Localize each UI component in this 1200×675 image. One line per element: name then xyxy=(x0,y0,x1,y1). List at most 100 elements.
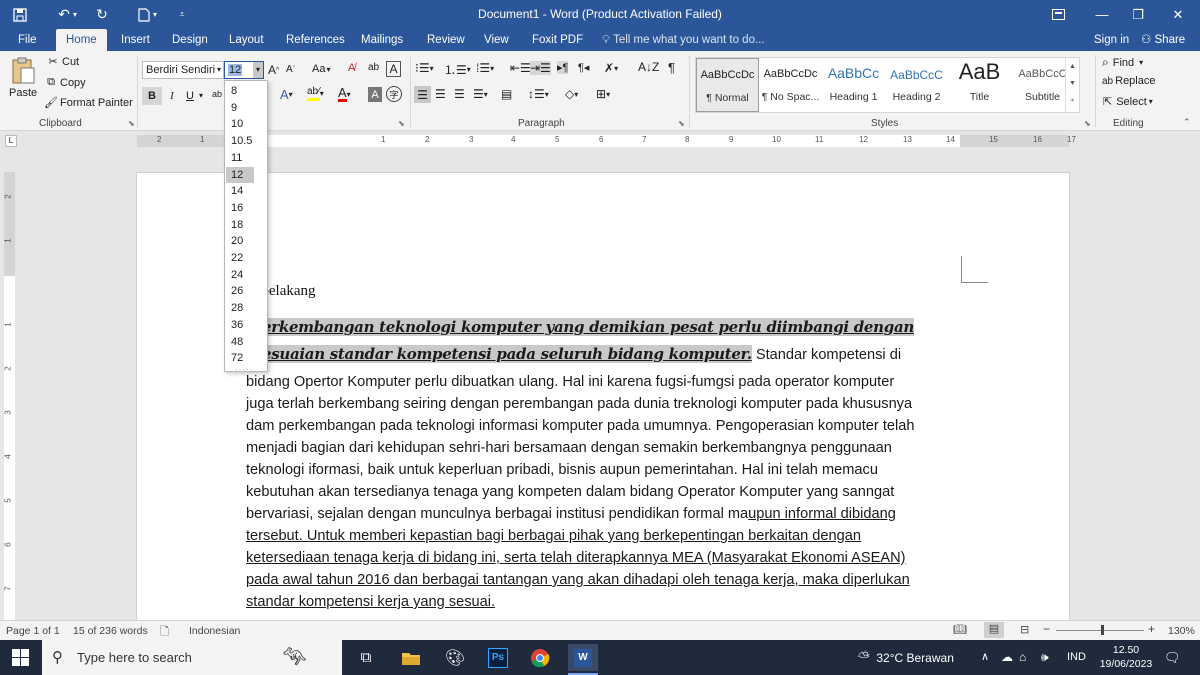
style-heading-2[interactable]: AaBbCcC Heading 2 xyxy=(885,58,948,112)
font-size-option[interactable]: 20 xyxy=(226,233,256,249)
align-left-icon[interactable]: ☰ xyxy=(414,86,431,103)
language-status[interactable]: Indonesian xyxy=(189,625,240,637)
phonetic-guide-icon[interactable]: ab xyxy=(368,62,379,73)
chrome-icon[interactable] xyxy=(526,644,554,671)
style-title[interactable]: AaB Title xyxy=(948,58,1011,112)
clear-formatting-icon[interactable]: A̸ xyxy=(348,62,355,74)
bold-button[interactable]: B xyxy=(142,87,162,105)
horizontal-ruler[interactable]: 2 1 1 2 3 4 5 6 7 8 9 10 11 12 13 14 15 16 17 xyxy=(137,135,1076,147)
word-taskbar-icon[interactable]: W xyxy=(568,644,598,671)
collapse-ribbon-icon[interactable]: ⌃ xyxy=(1183,117,1191,128)
multilevel-list-icon[interactable]: ⁞☰ ▾ xyxy=(476,61,494,75)
enclose-characters-icon[interactable]: 字 xyxy=(386,86,402,102)
zoom-slider-track[interactable] xyxy=(1056,630,1144,631)
web-layout-icon[interactable]: ⊟ xyxy=(1020,623,1029,636)
font-size-dropdown-icon[interactable]: ▾ xyxy=(253,62,263,78)
line-spacing-icon[interactable]: ↕☰ ▾ xyxy=(528,87,549,101)
italic-button[interactable]: I xyxy=(163,87,181,105)
increase-indent-icon[interactable]: ⇥☰ xyxy=(530,61,551,75)
tab-design[interactable]: Design xyxy=(164,29,216,51)
vertical-ruler[interactable]: 2 1 1 2 3 4 5 6 7 xyxy=(4,172,15,620)
font-name-dropdown-icon[interactable]: ▾ xyxy=(217,62,221,78)
styles-scroll[interactable]: ▲ ▼ ⩡ xyxy=(1065,58,1079,112)
resize-grip-icon[interactable]: ····· xyxy=(235,365,253,374)
paint-icon[interactable]: 🎨︎ xyxy=(441,644,469,671)
style-heading-1[interactable]: AaBbCc Heading 1 xyxy=(822,58,885,112)
share-button[interactable]: ⚇ Share xyxy=(1141,29,1185,51)
font-size-option[interactable]: 28 xyxy=(226,300,256,316)
weather-widget[interactable]: ⛅︎ 32°C Berawan xyxy=(858,640,954,675)
align-center-icon[interactable]: ☰ xyxy=(435,87,446,101)
font-size-option[interactable]: 10 xyxy=(226,116,256,132)
borders-icon[interactable]: ⊞ ▾ xyxy=(596,87,610,101)
decrease-indent-icon[interactable]: ⇤☰ xyxy=(510,61,531,75)
ribbon-display-options-icon[interactable] xyxy=(1036,0,1080,29)
format-painter-button[interactable]: 🖌︎ Format Painter xyxy=(44,96,133,110)
text-effects-icon[interactable]: A ▾ xyxy=(280,87,293,102)
font-size-dropdown-list[interactable]: ····· 8 9 10 10.5 11 12 14 16 18 20 22 24 26 28 36 48 72 xyxy=(224,80,268,374)
clipboard-launcher-icon[interactable]: ⬊ xyxy=(128,119,135,128)
tab-references[interactable]: References xyxy=(278,29,353,51)
tab-home[interactable]: Home xyxy=(56,29,107,51)
font-launcher-icon[interactable]: ⬊ xyxy=(398,119,405,128)
show-hidden-icons-icon[interactable]: ∧ xyxy=(981,640,989,675)
zoom-level[interactable]: 130% xyxy=(1168,625,1195,637)
shading-icon[interactable]: ◇ ▾ xyxy=(565,87,578,101)
highlight-color-button[interactable]: ab⁄ ▾ xyxy=(307,86,324,101)
font-size-option[interactable]: 16 xyxy=(226,200,256,216)
font-size-option[interactable]: 36 xyxy=(226,317,256,333)
bullets-icon[interactable]: ⁝☰ ▾ xyxy=(415,61,434,75)
character-border-icon[interactable]: A xyxy=(386,61,401,77)
rtl-direction-icon[interactable]: ¶◂ xyxy=(578,61,589,74)
tab-selector-icon[interactable]: L xyxy=(5,135,17,147)
font-size-option[interactable]: 22 xyxy=(226,250,256,266)
paste-button[interactable]: Paste xyxy=(9,57,37,99)
notifications-icon[interactable]: 🗨︎ xyxy=(1164,640,1181,675)
zoom-out-icon[interactable]: − xyxy=(1043,622,1050,636)
clock[interactable]: 12.50 19/06/2023 xyxy=(1098,643,1154,671)
onedrive-icon[interactable]: ☁ xyxy=(1001,640,1013,675)
font-size-option[interactable]: 18 xyxy=(226,217,256,233)
zoom-in-icon[interactable]: + xyxy=(1148,622,1155,636)
restore-icon[interactable]: ❐ xyxy=(1116,0,1160,29)
tab-review[interactable]: Review xyxy=(419,29,473,51)
paragraph-launcher-icon[interactable]: ⬊ xyxy=(678,119,685,128)
network-icon[interactable]: ⌂ xyxy=(1019,640,1026,675)
distributed-icon[interactable]: ▤ xyxy=(501,87,512,101)
find-button[interactable]: ⌕ Find ▾ xyxy=(1102,55,1143,70)
volume-icon[interactable]: 🕪︎ xyxy=(1041,640,1049,675)
print-layout-icon[interactable]: ▤ xyxy=(984,622,1004,638)
style-normal[interactable]: AaBbCcDc ¶ Normal xyxy=(696,58,759,112)
font-name-box[interactable]: Berdiri Sendiri ▾ xyxy=(142,61,224,79)
tab-insert[interactable]: Insert xyxy=(113,29,158,51)
font-size-option[interactable]: 24 xyxy=(226,267,256,283)
strikethrough-icon[interactable]: ab xyxy=(212,89,222,99)
read-mode-icon[interactable]: 📖︎ xyxy=(953,623,967,636)
tab-view[interactable]: View xyxy=(476,29,517,51)
font-size-option[interactable]: 8 xyxy=(226,83,256,99)
show-formatting-icon[interactable]: ¶ xyxy=(668,60,675,75)
tab-mailings[interactable]: Mailings xyxy=(353,29,411,51)
font-size-option[interactable]: 10.5 xyxy=(226,133,256,149)
close-icon[interactable]: ✕ xyxy=(1156,0,1200,29)
underline-dropdown-icon[interactable]: ▾ xyxy=(199,91,203,100)
underline-button[interactable]: U xyxy=(182,87,198,105)
change-case-button[interactable]: Aa ▾ xyxy=(312,63,330,75)
asian-layout-icon[interactable]: ✗ ▾ xyxy=(604,61,618,75)
font-size-option[interactable]: 9 xyxy=(226,100,256,116)
font-size-option[interactable]: 72 xyxy=(226,350,256,366)
copy-button[interactable]: ⧉ Copy xyxy=(44,76,86,89)
page-count[interactable]: Page 1 of 1 xyxy=(6,625,60,637)
justify-icon[interactable]: ☰ ▾ xyxy=(473,87,488,101)
input-language[interactable]: IND xyxy=(1067,640,1086,675)
align-right-icon[interactable]: ☰ xyxy=(454,87,465,101)
cut-button[interactable]: ✂ Cut xyxy=(46,55,79,69)
font-color-button[interactable]: A ▾ xyxy=(338,86,351,102)
font-size-option[interactable]: 26 xyxy=(226,283,256,299)
font-size-option[interactable]: 48 xyxy=(226,334,256,350)
shrink-font-icon[interactable]: Aˇ xyxy=(286,64,295,75)
tab-foxit-pdf[interactable]: Foxit PDF xyxy=(524,29,591,51)
styles-launcher-icon[interactable]: ⬊ xyxy=(1084,119,1091,128)
font-size-option[interactable]: 14 xyxy=(226,183,256,199)
grow-font-icon[interactable]: A ^ xyxy=(268,63,279,77)
